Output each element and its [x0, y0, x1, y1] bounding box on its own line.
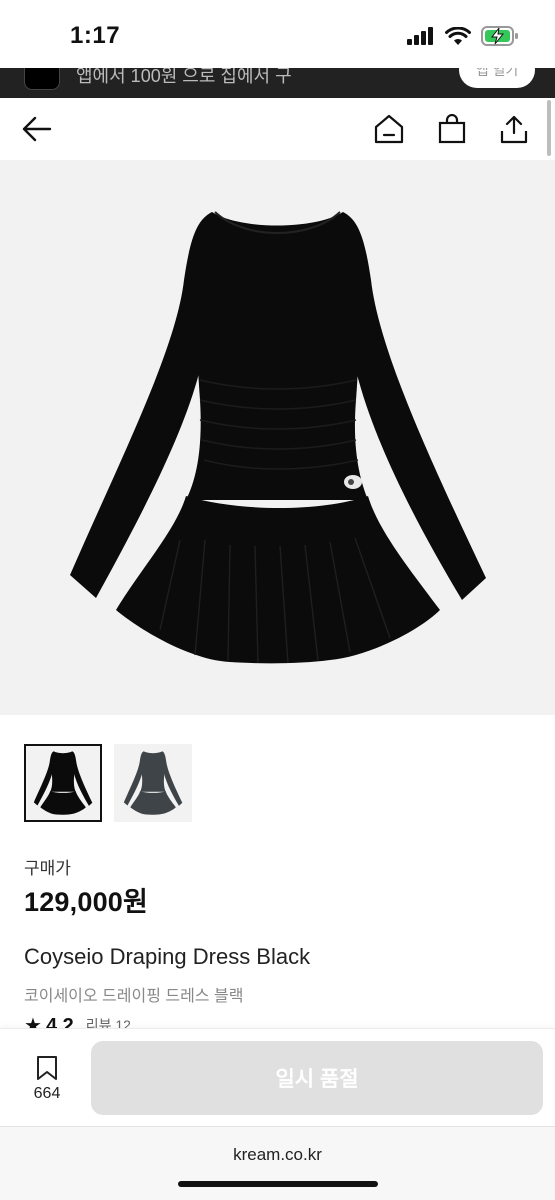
black-dress-image	[70, 211, 486, 664]
home-icon	[374, 114, 404, 144]
product-detail-screen: 1:17 앱에서 100원 으로 집에서 구 앱 열기 구매가 129,000원…	[0, 0, 555, 1200]
open-app-button[interactable]: 앱 열기	[459, 68, 535, 88]
bookmark-count: 664	[33, 1085, 61, 1102]
url-text[interactable]: kream.co.kr	[0, 1145, 555, 1165]
black-dress-thumbnail	[33, 751, 93, 815]
thumbnail-black[interactable]	[24, 744, 102, 822]
price-label: 구매가	[24, 859, 71, 878]
share-button[interactable]	[497, 112, 531, 146]
status-time: 1:17	[70, 22, 121, 49]
bookmark-button[interactable]: 664	[24, 1055, 70, 1103]
home-button[interactable]	[372, 112, 406, 146]
sold-out-button[interactable]: 일시 품절	[91, 1041, 543, 1115]
thumbnail-charcoal[interactable]	[114, 744, 192, 822]
product-name-ko: 코이세이오 드레이핑 드레스 블랙	[24, 988, 244, 1005]
share-icon	[500, 115, 528, 144]
wifi-icon	[445, 26, 471, 45]
navigation-bar	[0, 98, 555, 160]
charcoal-dress-thumbnail	[123, 751, 183, 815]
bottom-action-bar: 664 일시 품절	[0, 1028, 555, 1126]
browser-url-bar[interactable]: kream.co.kr	[0, 1126, 555, 1200]
shopping-bag-icon	[438, 114, 466, 144]
app-icon	[24, 68, 60, 90]
status-icons	[407, 26, 519, 46]
battery-charging-icon	[481, 26, 518, 46]
banner-text: 앱에서 100원 으로 집에서 구	[76, 68, 292, 86]
bookmark-icon	[37, 1056, 57, 1080]
price: 129,000원	[24, 887, 149, 917]
home-indicator[interactable]	[178, 1181, 378, 1187]
thumbnail-list	[24, 744, 192, 822]
cellular-signal-icon	[407, 27, 433, 45]
cart-button[interactable]	[435, 112, 469, 146]
product-image[interactable]	[0, 160, 555, 715]
page-scrollbar[interactable]	[547, 100, 551, 156]
app-install-banner[interactable]: 앱에서 100원 으로 집에서 구 앱 열기	[0, 68, 555, 98]
status-bar: 1:17	[0, 0, 555, 68]
back-button[interactable]	[20, 112, 54, 146]
back-arrow-icon	[22, 116, 52, 142]
product-name-en: Coyseio Draping Dress Black	[24, 944, 311, 969]
